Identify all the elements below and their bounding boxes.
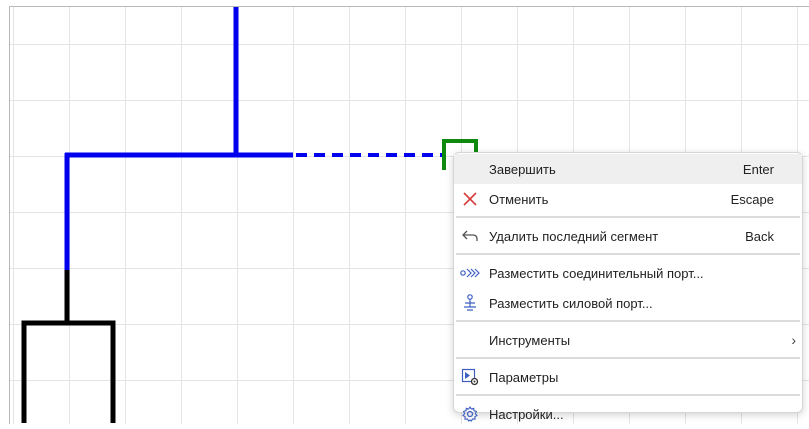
menu-separator bbox=[456, 357, 800, 359]
menu-item-tools[interactable]: Инструменты › bbox=[454, 325, 802, 355]
menu-item-shortcut: Back bbox=[745, 228, 774, 244]
menu-item-label: Разместить соединительный порт... bbox=[489, 265, 704, 281]
connection-port-icon bbox=[459, 258, 481, 288]
menu-item-place-power-port[interactable]: Разместить силовой порт... bbox=[454, 288, 802, 318]
menu-separator bbox=[456, 394, 800, 396]
menu-separator bbox=[456, 216, 800, 218]
menu-item-settings[interactable]: Настройки... bbox=[454, 399, 802, 429]
context-menu: Завершить Enter Отменить Escape Удалить … bbox=[453, 152, 803, 422]
undo-arrow-icon bbox=[459, 221, 481, 251]
menu-item-place-connection-port[interactable]: Разместить соединительный порт... bbox=[454, 258, 802, 288]
menu-item-cancel[interactable]: Отменить Escape bbox=[454, 184, 802, 214]
menu-item-label: Параметры bbox=[489, 369, 559, 385]
component-block[interactable] bbox=[21, 320, 116, 423]
menu-separator bbox=[456, 253, 800, 255]
chevron-right-icon: › bbox=[791, 332, 796, 348]
menu-item-label: Инструменты bbox=[489, 332, 571, 348]
menu-item-shortcut: Escape bbox=[730, 191, 774, 207]
close-icon bbox=[459, 184, 481, 214]
menu-item-delete-last-segment[interactable]: Удалить последний сегмент Back bbox=[454, 221, 802, 251]
menu-item-label: Разместить силовой порт... bbox=[489, 295, 653, 311]
menu-item-label: Настройки... bbox=[489, 406, 564, 422]
menu-item-shortcut: Enter bbox=[742, 161, 774, 177]
menu-separator bbox=[456, 320, 800, 322]
parameters-icon bbox=[459, 362, 481, 392]
menu-item-label: Удалить последний сегмент bbox=[489, 228, 659, 244]
menu-item-label: Завершить bbox=[489, 161, 556, 177]
menu-item-finish[interactable]: Завершить Enter bbox=[454, 154, 802, 184]
menu-item-parameters[interactable]: Параметры bbox=[454, 362, 802, 392]
power-port-icon bbox=[459, 288, 481, 318]
gear-icon bbox=[459, 399, 481, 429]
menu-item-label: Отменить bbox=[489, 191, 549, 207]
